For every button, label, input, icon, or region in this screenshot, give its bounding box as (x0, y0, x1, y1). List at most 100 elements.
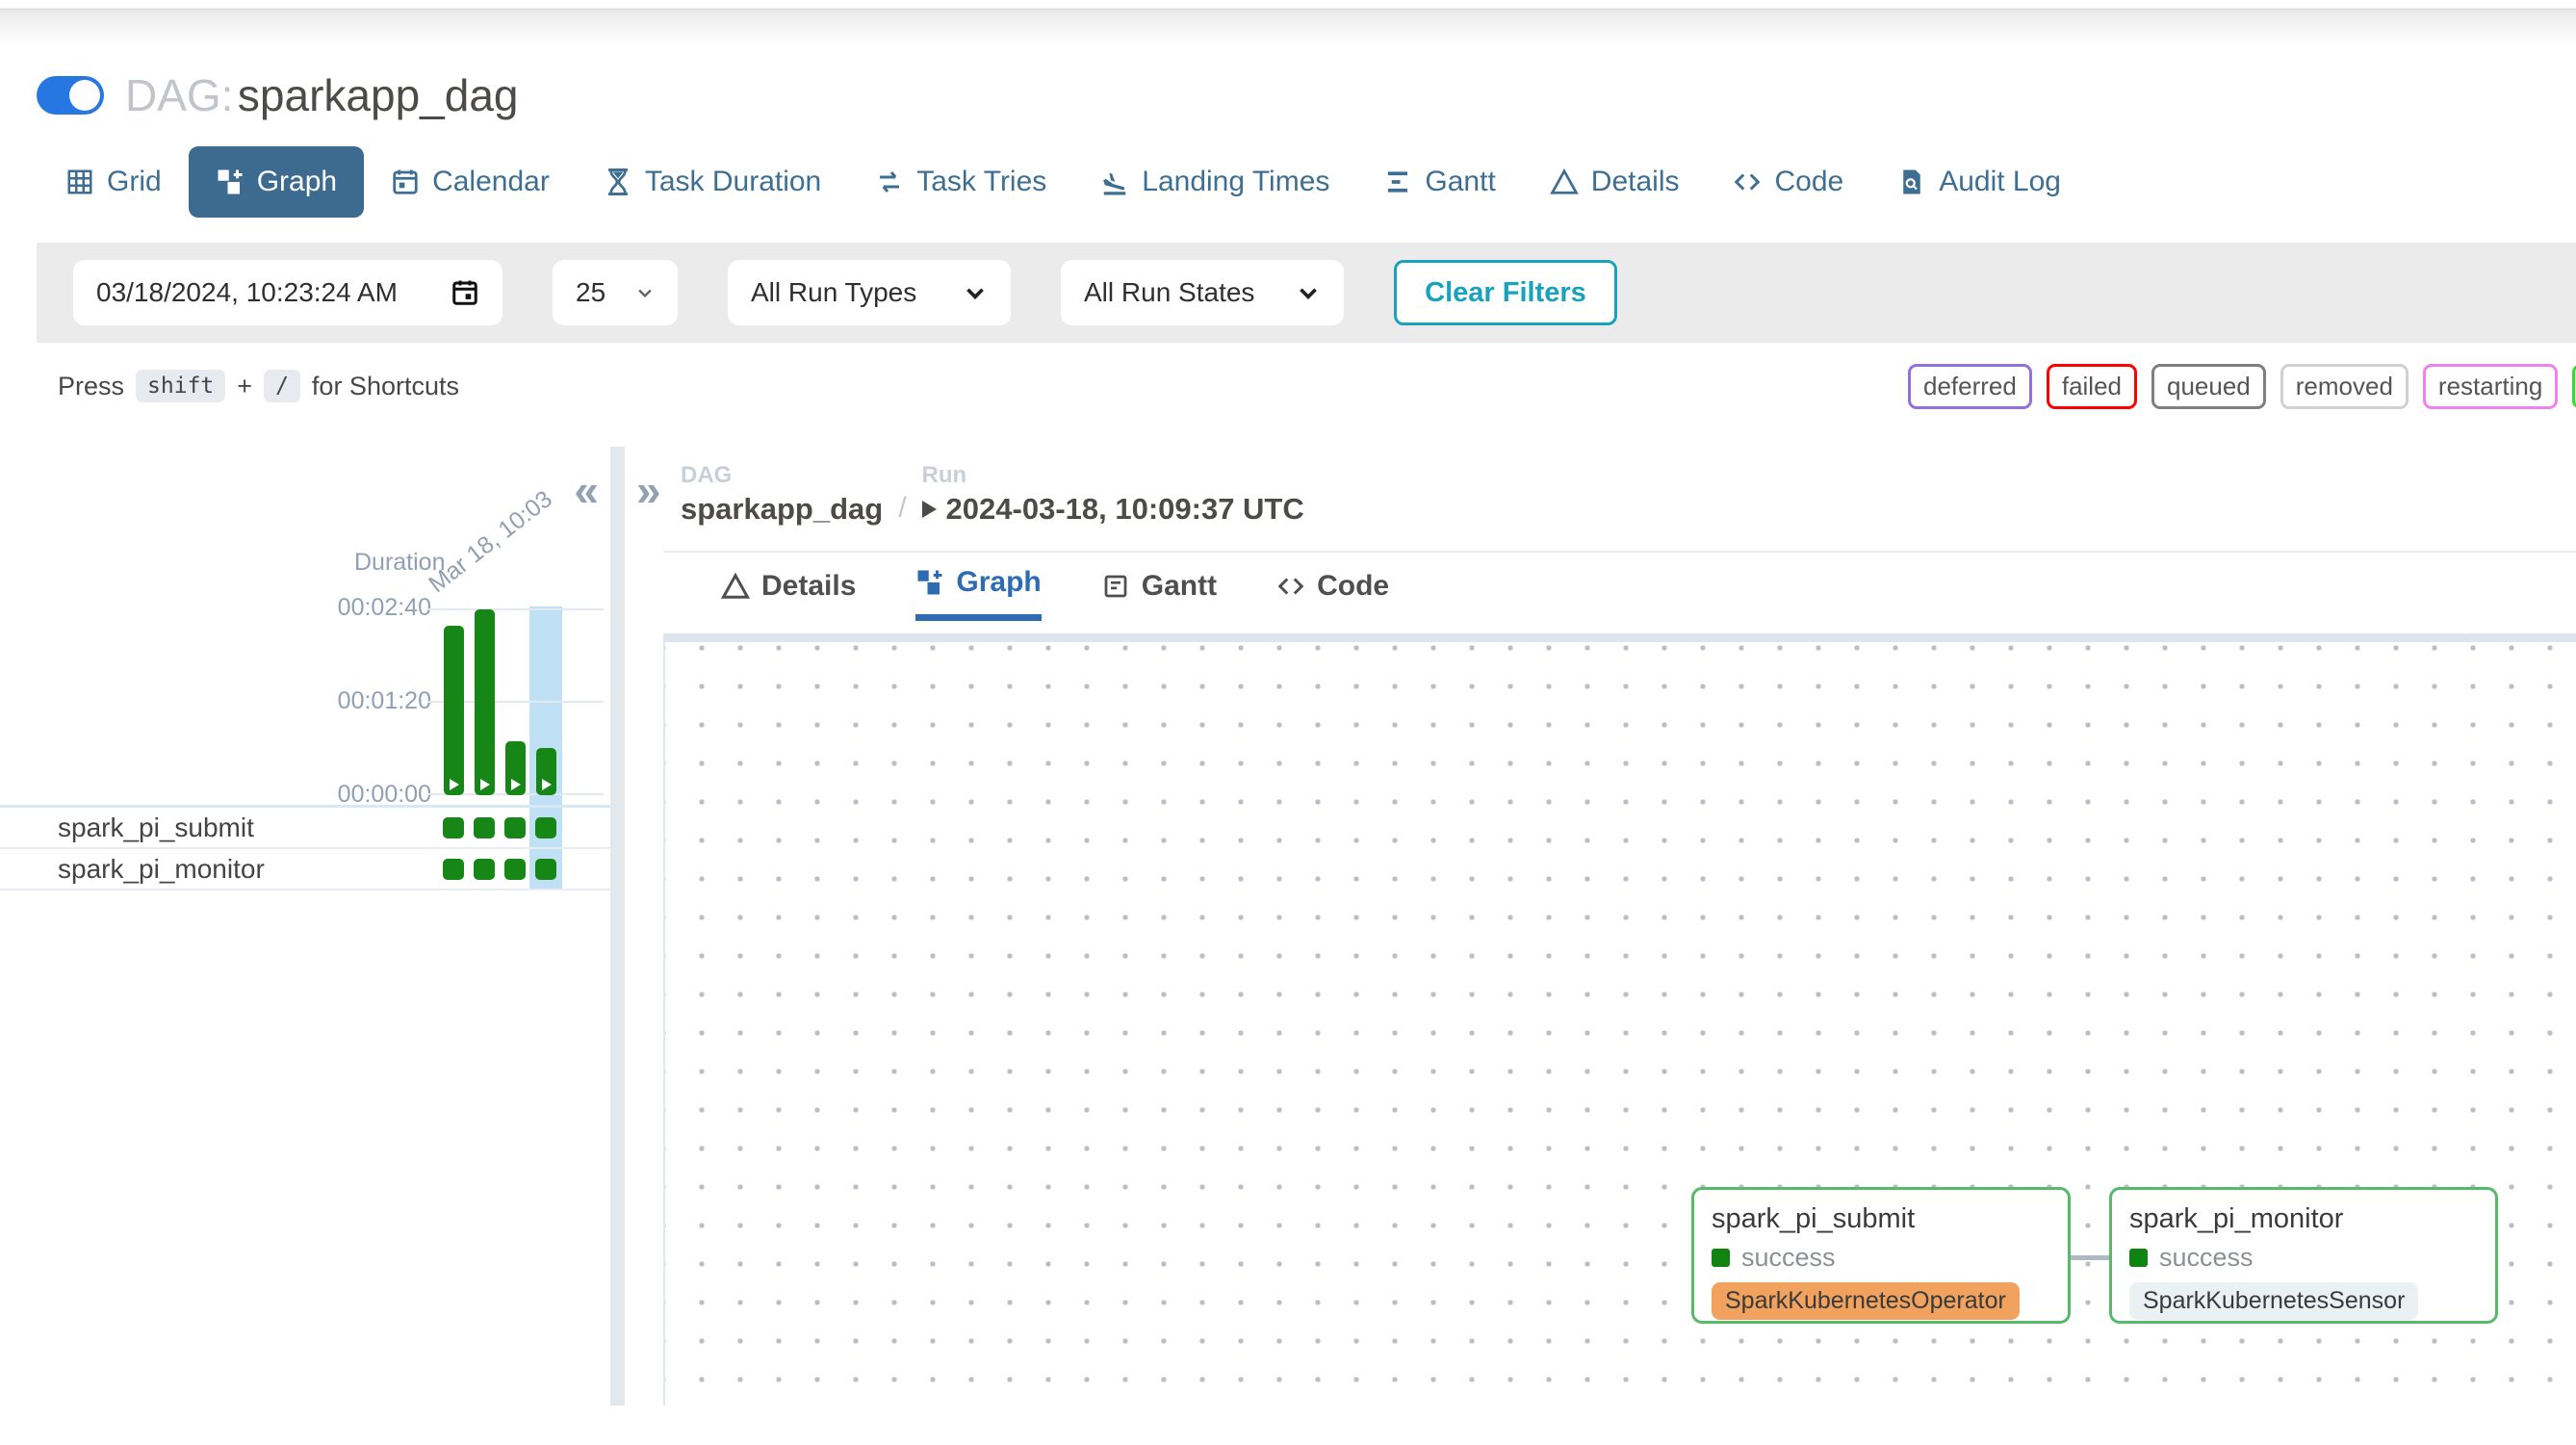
duration-bar-chart (438, 608, 604, 795)
warning-triangle-icon (721, 572, 750, 601)
audit-log-icon (1897, 168, 1926, 196)
legend-badge-restarting[interactable]: restarting (2423, 364, 2558, 409)
hourglass-icon (604, 168, 632, 196)
gantt-bars-icon (1383, 168, 1412, 196)
tab-label: Calendar (432, 166, 550, 198)
airflow-dag-page: DAG: sparkapp_dag Grid Graph Calendar Ta… (0, 0, 2576, 1445)
tab-label: Task Duration (645, 166, 821, 198)
run-states-value: All Run States (1084, 277, 1254, 308)
date-filter-value: 03/18/2024, 10:23:24 AM (96, 277, 398, 308)
grid-icon (65, 168, 94, 196)
task-instance-squares (443, 849, 556, 889)
tab-label: Details (1591, 166, 1680, 198)
expand-right-icon[interactable]: » (636, 468, 661, 512)
operator-pill: SparkKubernetesSensor (2129, 1282, 2418, 1320)
node-status: success (2129, 1243, 2478, 1273)
legend-badge-queued[interactable]: queued (2151, 364, 2266, 409)
breadcrumb-run-value[interactable]: 2024-03-18, 10:09:37 UTC (922, 492, 1304, 527)
page-title: sparkapp_dag (238, 70, 519, 120)
success-square-icon (2129, 1249, 2148, 1267)
tab-label: Audit Log (1939, 166, 2061, 198)
page-size-select[interactable]: 25 (553, 260, 678, 325)
detail-tab-graph[interactable]: Graph (915, 566, 1041, 621)
shortcuts-text: Press (58, 372, 124, 401)
task-name: spark_pi_monitor (0, 854, 265, 885)
task-instance-square[interactable] (474, 817, 495, 839)
breadcrumb-run-label: Run (922, 462, 1304, 489)
panel-resize-divider[interactable] (610, 447, 625, 1406)
task-instance-square[interactable] (443, 817, 464, 839)
run-duration-bar[interactable] (444, 626, 464, 795)
tab-landing-times[interactable]: Landing Times (1073, 146, 1356, 218)
task-instance-square[interactable] (535, 859, 556, 880)
graph-node-spark-pi-submit[interactable]: spark_pi_submit success SparkKubernetesO… (1691, 1187, 2071, 1324)
detail-tab-details[interactable]: Details (721, 566, 856, 621)
panel-divider-line (663, 551, 2576, 553)
task-instance-square[interactable] (443, 859, 464, 880)
breadcrumb-dag-value[interactable]: sparkapp_dag (681, 492, 883, 527)
task-row-spark-pi-submit[interactable]: spark_pi_submit (0, 808, 610, 849)
task-instance-square[interactable] (504, 817, 526, 839)
tab-label: Grid (107, 166, 162, 198)
dag-pause-toggle[interactable] (37, 76, 104, 115)
run-column-label: Mar 18, 10:03 (424, 440, 616, 599)
grid-panel: « Duration Mar 18, 10:03 00:02:40 00:01:… (0, 447, 610, 1406)
chevron-down-icon (963, 280, 988, 305)
gantt-box-icon (1101, 572, 1130, 601)
chevron-down-icon (635, 283, 655, 302)
tab-calendar[interactable]: Calendar (364, 146, 577, 218)
task-instance-squares (443, 808, 556, 847)
run-detail-panel: » DAG sparkapp_dag / Run 2024-03-18, 10:… (625, 447, 2576, 1406)
tab-label: Gantt (1142, 570, 1217, 603)
page-size-value: 25 (576, 277, 605, 308)
date-filter-input[interactable]: 03/18/2024, 10:23:24 AM (73, 260, 502, 325)
detail-tab-code[interactable]: Code (1276, 566, 1389, 621)
filter-bar: 03/18/2024, 10:23:24 AM 25 All Run Types… (37, 243, 2576, 343)
run-detail-tabs: Details Graph Gantt Code (721, 566, 1389, 621)
tab-audit-log[interactable]: Audit Log (1870, 146, 2088, 218)
clear-filters-button[interactable]: Clear Filters (1394, 260, 1617, 325)
tab-grid[interactable]: Grid (39, 146, 189, 218)
run-duration-bar[interactable] (475, 609, 495, 795)
tab-task-duration[interactable]: Task Duration (577, 146, 848, 218)
detail-tab-gantt[interactable]: Gantt (1101, 566, 1217, 621)
operator-pill: SparkKubernetesOperator (1712, 1282, 2020, 1320)
legend-badge-deferred[interactable]: deferred (1908, 364, 2032, 409)
tab-label: Code (1317, 570, 1389, 603)
dag-graph-canvas[interactable]: spark_pi_submit success SparkKubernetesO… (663, 633, 2576, 1406)
graph-icon (216, 168, 245, 196)
shortcuts-text: for Shortcuts (312, 372, 459, 401)
legend-badge-failed[interactable]: failed (2047, 364, 2137, 409)
run-states-select[interactable]: All Run States (1061, 260, 1344, 325)
task-instance-square[interactable] (474, 859, 495, 880)
tab-label: Details (761, 570, 856, 603)
task-row-spark-pi-monitor[interactable]: spark_pi_monitor (0, 849, 610, 890)
tab-gantt[interactable]: Gantt (1356, 146, 1522, 218)
run-duration-bar[interactable] (536, 748, 556, 795)
run-types-select[interactable]: All Run Types (728, 260, 1011, 325)
calendar-icon (391, 168, 420, 196)
legend-row: Press shift + / for Shortcuts deferred f… (0, 358, 2576, 422)
ytick-label: 00:02:40 (335, 594, 431, 622)
tab-label: Graph (956, 566, 1041, 599)
run-duration-bar[interactable] (505, 741, 526, 795)
success-square-icon (1712, 1249, 1730, 1267)
tab-details[interactable]: Details (1523, 146, 1707, 218)
play-icon (511, 779, 521, 790)
code-icon (1276, 572, 1305, 601)
task-instance-square[interactable] (504, 859, 526, 880)
play-icon (480, 779, 490, 790)
run-timestamp: 2024-03-18, 10:09:37 UTC (946, 492, 1304, 527)
tab-code[interactable]: Code (1706, 146, 1870, 218)
calendar-input-icon[interactable] (451, 278, 479, 307)
breadcrumb: DAG sparkapp_dag / Run 2024-03-18, 10:09… (681, 462, 1304, 527)
tab-label: Gantt (1425, 166, 1495, 198)
tab-task-tries[interactable]: Task Tries (848, 146, 1073, 218)
graph-node-spark-pi-monitor[interactable]: spark_pi_monitor success SparkKubernetes… (2109, 1187, 2498, 1324)
legend-badge-running[interactable]: running (2572, 364, 2576, 409)
task-list: spark_pi_submit spark_pi_monitor (0, 808, 610, 890)
legend-badge-removed[interactable]: removed (2280, 364, 2409, 409)
node-title: spark_pi_submit (1712, 1203, 2050, 1235)
tab-graph[interactable]: Graph (189, 146, 364, 218)
task-instance-square[interactable] (535, 817, 556, 839)
